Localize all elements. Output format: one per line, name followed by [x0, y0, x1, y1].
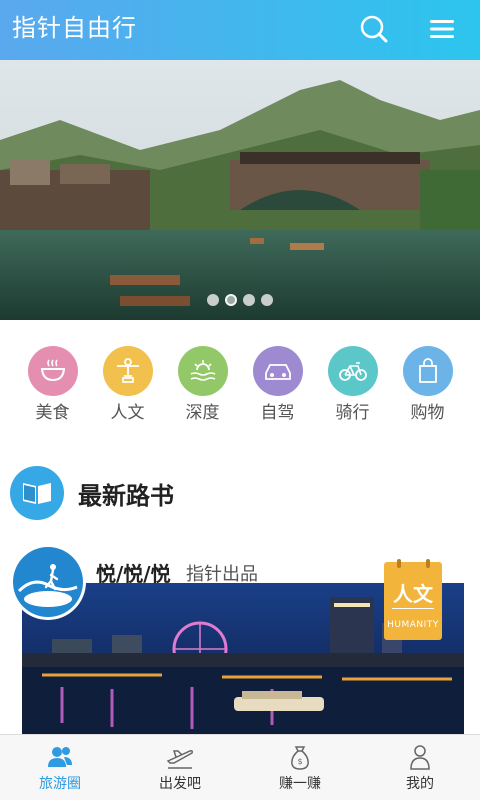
carousel-dot[interactable]	[207, 294, 219, 306]
open-book-icon	[10, 466, 64, 520]
category-depth[interactable]: 深度	[165, 340, 240, 430]
carousel-dot-active[interactable]	[225, 294, 237, 306]
statue-icon	[103, 346, 153, 396]
nav-label: 我的	[406, 776, 434, 792]
svg-text:$: $	[297, 757, 302, 766]
menu-button[interactable]	[422, 9, 462, 49]
nav-mine[interactable]: 我的	[360, 735, 480, 800]
category-label: 深度	[185, 403, 220, 423]
nav-travel-circle[interactable]: 旅游圈	[0, 735, 120, 800]
menu-icon	[430, 20, 454, 38]
category-shopping[interactable]: 购物	[390, 340, 465, 430]
sunrise-sea-icon	[178, 346, 228, 396]
car-icon	[253, 346, 303, 396]
carousel-dots	[0, 294, 480, 306]
calendar-rings	[384, 559, 442, 568]
nav-label: 出发吧	[159, 776, 201, 792]
category-label: 购物	[410, 403, 445, 423]
category-label: 人文	[110, 403, 145, 423]
search-button[interactable]	[354, 9, 394, 49]
app-title: 指针自由行	[12, 14, 137, 42]
nav-label: 赚一赚	[279, 776, 321, 792]
category-label: 美食	[35, 403, 70, 423]
money-bag-icon: $	[291, 746, 309, 770]
banner-image	[0, 60, 480, 320]
category-label: 骑行	[335, 403, 370, 423]
app-header: 指针自由行	[0, 0, 480, 60]
category-culture[interactable]: 人文	[90, 340, 165, 430]
badge-divider	[392, 608, 434, 609]
category-badge: 人文 HUMANITY	[384, 559, 442, 640]
category-cycling[interactable]: 骑行	[315, 340, 390, 430]
route-card-title[interactable]: 悦/悦/悦	[96, 558, 171, 587]
route-card-author: 指针出品	[186, 564, 258, 585]
nav-label: 旅游圈	[39, 776, 81, 792]
carousel-dot[interactable]	[261, 294, 273, 306]
airplane-icon	[166, 750, 193, 769]
category-label: 自驾	[260, 403, 295, 423]
bottom-nav: 旅游圈 出发吧 $ 赚一赚 我的	[0, 734, 480, 800]
nav-earn[interactable]: $ 赚一赚	[240, 735, 360, 800]
badge-label: 人文	[393, 582, 433, 606]
person-icon	[410, 745, 430, 770]
banner-carousel[interactable]	[0, 60, 480, 320]
search-icon	[360, 15, 388, 43]
carousel-dot[interactable]	[243, 294, 255, 306]
badge-sublabel: HUMANITY	[387, 620, 439, 630]
category-bar: 美食 人文 深度 自驾 骑行 购物	[0, 340, 480, 430]
nav-depart[interactable]: 出发吧	[120, 735, 240, 800]
shopping-bag-icon	[403, 346, 453, 396]
people-icon	[48, 747, 72, 767]
food-bowl-icon	[28, 346, 78, 396]
bicycle-icon	[328, 346, 378, 396]
category-selfdrive[interactable]: 自驾	[240, 340, 315, 430]
category-food[interactable]: 美食	[15, 340, 90, 430]
route-card-avatar[interactable]	[10, 544, 86, 620]
section-title: 最新路书	[78, 482, 174, 510]
